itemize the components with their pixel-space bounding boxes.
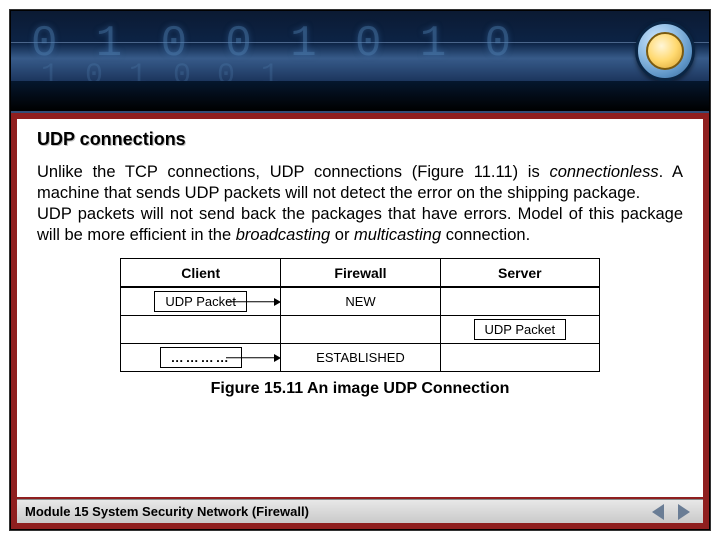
slide: 0 1 0 0 1 0 1 0 1 0 1 0 0 1 UDP connecti… (10, 10, 710, 530)
next-button[interactable] (673, 503, 695, 521)
diagram-cell: NEW (280, 287, 439, 315)
box-udp-packet-client: UDP Packet (154, 291, 247, 312)
box-dots: ………… (160, 347, 242, 368)
diagram-header-firewall: Firewall (280, 259, 439, 287)
diagram-cell (280, 315, 439, 343)
box-udp-packet-server: UDP Packet (474, 319, 567, 340)
diagram-cell: UDP Packet (440, 315, 599, 343)
header-banner: 0 1 0 0 1 0 1 0 1 0 1 0 0 1 (11, 11, 709, 113)
body-text: Unlike the TCP connections, UDP connecti… (37, 162, 683, 246)
p2-c: connection. (441, 226, 530, 244)
p1-a: Unlike the TCP connections, UDP connecti… (37, 163, 549, 181)
label-new: NEW (345, 294, 375, 309)
banner-digits-mid: 1 0 1 0 0 1 (41, 59, 283, 93)
diagram-cell (121, 315, 280, 343)
diagram-header-client: Client (121, 259, 280, 287)
diagram-header-server: Server (440, 259, 599, 287)
label-established: ESTABLISHED (316, 350, 405, 365)
diagram-wrap: Client Firewall Server UDP Packet NEW (120, 258, 600, 398)
diagram-cell (440, 343, 599, 371)
section-title: UDP connections (37, 129, 683, 150)
prev-button[interactable] (647, 503, 669, 521)
logo-badge (635, 21, 695, 81)
footer-bar: Module 15 System Security Network (Firew… (17, 499, 703, 523)
udp-diagram: Client Firewall Server UDP Packet NEW (120, 258, 600, 372)
p2-italic-broadcasting: broadcasting (236, 226, 330, 244)
chevron-right-icon (678, 504, 690, 520)
diagram-cell: ESTABLISHED (280, 343, 439, 371)
diagram-cell: ………… (121, 343, 280, 371)
figure-caption: Figure 15.11 An image UDP Connection (120, 380, 600, 398)
diagram-cell (440, 287, 599, 315)
diagram-cell: UDP Packet (121, 287, 280, 315)
content-area: UDP connections Unlike the TCP connectio… (17, 119, 703, 497)
p2-b: or (330, 226, 354, 244)
footer-module-label: Module 15 System Security Network (Firew… (25, 504, 309, 519)
logo-inner-icon (646, 32, 684, 70)
chevron-left-icon (652, 504, 664, 520)
p1-italic-connectionless: connectionless (549, 163, 658, 181)
p2-italic-multicasting: multicasting (354, 226, 441, 244)
nav-controls (647, 503, 695, 521)
